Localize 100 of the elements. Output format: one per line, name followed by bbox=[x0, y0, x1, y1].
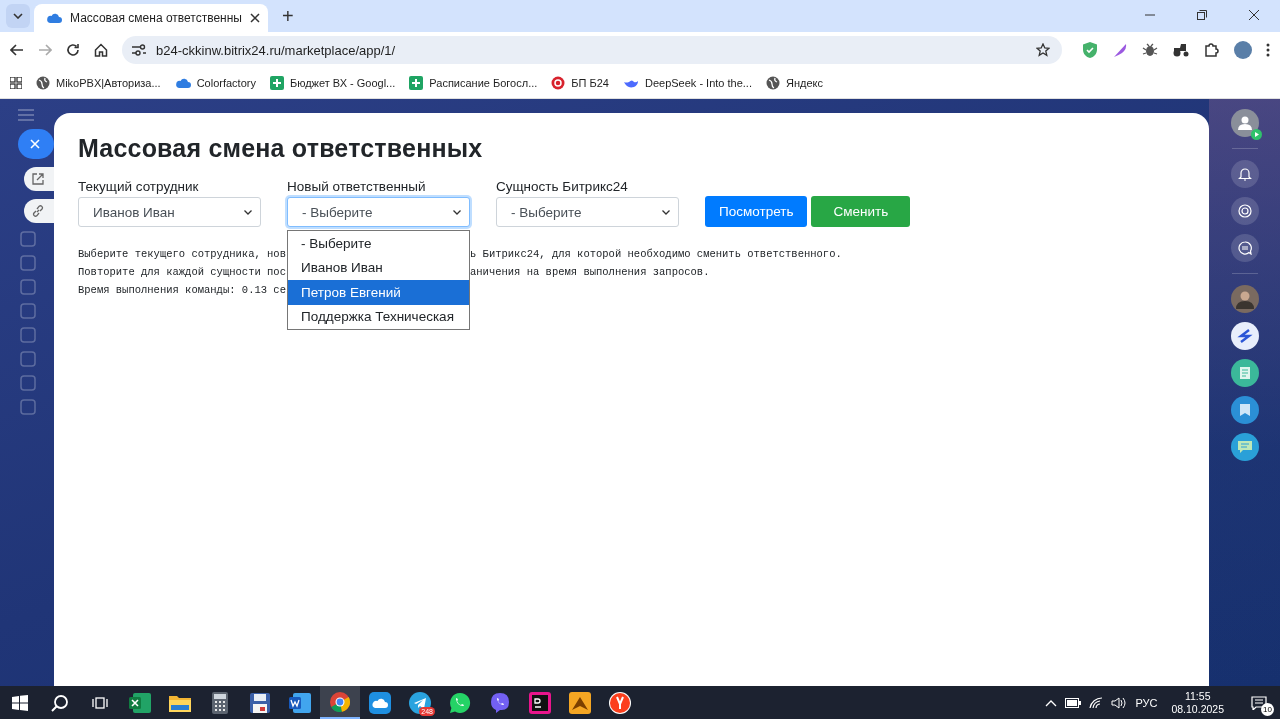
contact-avatar[interactable] bbox=[1230, 285, 1259, 313]
tab-list-button[interactable] bbox=[6, 4, 30, 28]
menu-item-icon bbox=[20, 279, 36, 295]
field-label: Новый ответственный bbox=[287, 179, 427, 194]
address-bar[interactable]: b24-ckkinw.bitrix24.ru/marketplace/app/1/ bbox=[122, 36, 1062, 64]
star-icon[interactable] bbox=[1036, 43, 1050, 57]
globe-icon bbox=[765, 76, 780, 90]
folder-icon[interactable] bbox=[169, 693, 191, 712]
field-label: Сущность Битрикс24 bbox=[496, 179, 629, 194]
page-title: Массовая смена ответственных bbox=[78, 133, 484, 163]
dropdown-option[interactable]: Иванов Иван bbox=[288, 255, 469, 280]
language-indicator[interactable]: РУС bbox=[1135, 696, 1158, 709]
apps-grid-icon[interactable] bbox=[10, 77, 22, 89]
shield-icon[interactable] bbox=[1082, 42, 1098, 58]
notifications-button[interactable]: 10 bbox=[1246, 689, 1272, 716]
info-text: Повторите для каждой сущности пос bbox=[78, 266, 287, 278]
copy-link-button[interactable] bbox=[24, 199, 54, 223]
document-icon bbox=[1237, 366, 1252, 380]
target-button[interactable] bbox=[1230, 197, 1259, 225]
play-badge-icon bbox=[1250, 129, 1262, 140]
external-link-icon bbox=[32, 173, 44, 185]
app-button[interactable] bbox=[1230, 359, 1259, 387]
menu-icon bbox=[18, 109, 34, 121]
select-field[interactable]: - Выберите bbox=[496, 197, 679, 227]
bird-icon[interactable] bbox=[569, 691, 591, 714]
volume-icon[interactable] bbox=[1111, 696, 1128, 709]
battery-icon[interactable] bbox=[1065, 697, 1082, 708]
select-field[interactable]: Иванов Иван bbox=[78, 197, 261, 227]
view-button[interactable]: Посмотреть bbox=[705, 196, 808, 227]
dropdown-option[interactable]: - Выберите bbox=[288, 231, 469, 256]
taskbar-app[interactable] bbox=[320, 686, 360, 719]
menu-item-icon bbox=[20, 375, 36, 391]
restore-icon[interactable] bbox=[1197, 10, 1207, 20]
info-text: аничения на время выполнения запросов. bbox=[470, 266, 710, 278]
dropdown-option[interactable]: Петров Евгений bbox=[288, 280, 469, 305]
chat-button[interactable] bbox=[1230, 234, 1259, 262]
caret-icon bbox=[13, 13, 23, 19]
notifications-button[interactable] bbox=[1230, 160, 1259, 188]
bookmark[interactable]: MikoPBX|Авториза... bbox=[36, 76, 161, 90]
home-icon[interactable] bbox=[94, 43, 108, 57]
close-icon[interactable] bbox=[1249, 10, 1259, 20]
chat-icon bbox=[1236, 440, 1253, 454]
bookmark-icon bbox=[1239, 404, 1250, 416]
bell-icon bbox=[1237, 167, 1252, 181]
menu-item-icon bbox=[20, 351, 36, 367]
task-view-icon bbox=[92, 694, 108, 711]
info-text: Время выполнения команды: 0.13 се bbox=[78, 284, 287, 296]
bookmark[interactable]: Расписание Богосл... bbox=[409, 76, 538, 90]
bookmark[interactable]: БП Б24 bbox=[551, 76, 609, 90]
calculator-icon[interactable] bbox=[212, 691, 228, 714]
paper-plane-icon[interactable] bbox=[409, 691, 431, 714]
spreadsheet-icon[interactable] bbox=[129, 692, 151, 713]
target-icon bbox=[1237, 204, 1252, 218]
chat-icon bbox=[1237, 241, 1252, 255]
app-button[interactable] bbox=[1230, 396, 1259, 424]
cloud-icon bbox=[46, 12, 62, 24]
spreadsheet-icon bbox=[409, 76, 424, 90]
reload-icon[interactable] bbox=[66, 43, 80, 57]
feather-icon[interactable] bbox=[1112, 42, 1128, 58]
puzzle-icon[interactable] bbox=[1204, 42, 1220, 58]
open-window-button[interactable] bbox=[24, 167, 54, 191]
bug-icon[interactable] bbox=[1142, 42, 1158, 58]
close-icon[interactable] bbox=[250, 13, 260, 23]
app-button[interactable] bbox=[1230, 433, 1259, 461]
chrome-icon[interactable] bbox=[330, 691, 350, 712]
person-icon bbox=[1237, 116, 1252, 130]
phone-bubble-icon[interactable] bbox=[489, 691, 511, 714]
select-field[interactable]: - Выберите bbox=[287, 197, 470, 227]
new-tab-button[interactable]: + bbox=[278, 4, 298, 28]
chevron-down-icon bbox=[244, 209, 252, 215]
chevron-up-icon[interactable] bbox=[1045, 698, 1058, 707]
info-text: ь Битрикс24, для которой необходимо сменить ответственного. bbox=[470, 248, 842, 260]
floppy-icon[interactable] bbox=[250, 692, 270, 713]
phone-bubble-icon[interactable] bbox=[449, 691, 471, 714]
clock[interactable]: 11:55 08.10.2025 bbox=[1171, 689, 1224, 716]
bookmark[interactable]: DeepSeek - Into the... bbox=[622, 77, 752, 89]
bookmark[interactable]: Бюджет ВХ - Googl... bbox=[269, 76, 396, 90]
zigzag-icon bbox=[1236, 328, 1253, 344]
info-text: Выберите текущего сотрудника, нов bbox=[78, 248, 287, 260]
profile-avatar[interactable] bbox=[1234, 41, 1252, 59]
windows-icon bbox=[12, 694, 28, 711]
site-settings-icon[interactable] bbox=[132, 44, 146, 56]
browser-logo-icon[interactable] bbox=[609, 691, 631, 714]
close-button[interactable] bbox=[18, 129, 54, 159]
bookmark[interactable]: Colorfactory bbox=[174, 77, 256, 89]
dropdown-option[interactable]: Поддержка Техническая bbox=[288, 304, 469, 329]
user-avatar[interactable] bbox=[1230, 109, 1259, 137]
wifi-icon[interactable] bbox=[1089, 696, 1104, 709]
menu-item-icon bbox=[20, 399, 36, 415]
app-button[interactable] bbox=[1230, 322, 1259, 350]
chevron-down-icon bbox=[662, 209, 670, 215]
cloud-icon[interactable] bbox=[369, 691, 391, 714]
back-icon[interactable] bbox=[10, 44, 24, 56]
browser-tab[interactable]: Массовая смена ответственны bbox=[34, 4, 268, 32]
terminal-icon[interactable] bbox=[529, 691, 551, 714]
globe-icon bbox=[36, 76, 50, 90]
document-icon[interactable] bbox=[289, 692, 311, 713]
bookmark[interactable]: Яндекс bbox=[765, 76, 823, 90]
more-icon[interactable] bbox=[1266, 43, 1270, 57]
link-icon bbox=[32, 205, 44, 217]
